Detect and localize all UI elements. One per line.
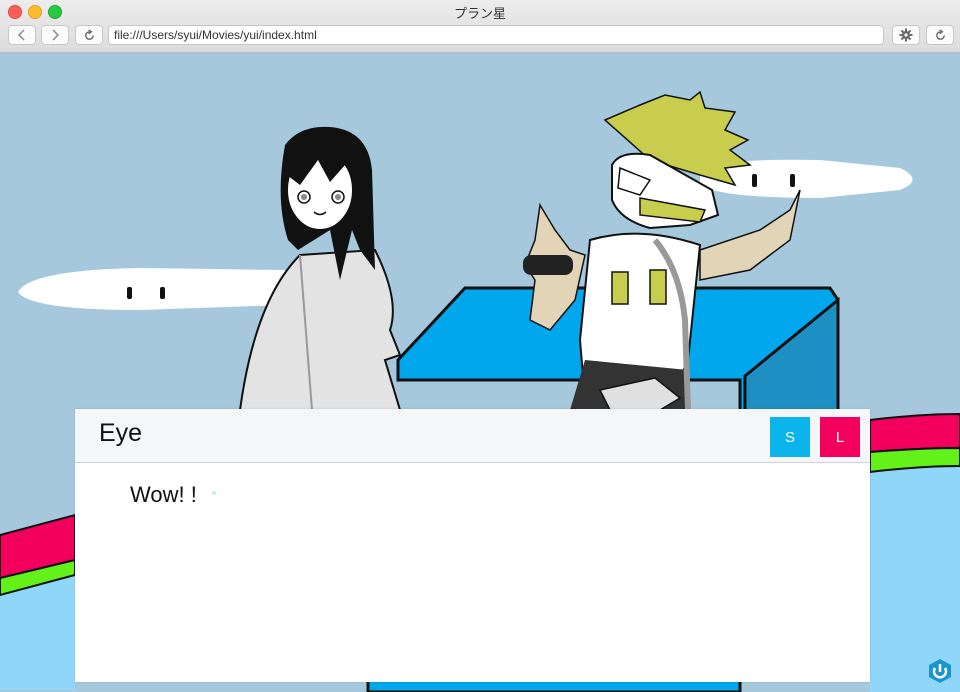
chevron-right-icon [52,29,60,41]
title-bar: プラン星 file:///Users/syui/Movies/yui/index… [0,0,960,53]
left-cloud [18,268,293,310]
back-button[interactable] [8,25,36,45]
dialog-box: Eye S L Wow! ! [75,409,870,682]
address-bar[interactable]: file:///Users/syui/Movies/yui/index.html [108,25,884,45]
gear-icon [899,28,913,42]
text-cursor-indicator [212,491,216,495]
window-title: プラン星 [453,7,506,22]
reload-button[interactable] [75,25,103,45]
dialog-header: Eye S L [75,409,870,463]
chevron-left-icon [17,29,25,41]
speaker-name: Eye [99,419,143,447]
browser-window: プラン星 file:///Users/syui/Movies/yui/index… [0,0,960,692]
load-button[interactable]: L [820,417,860,457]
save-button[interactable]: S [770,417,810,457]
reload-icon [84,28,94,40]
page-reload-button[interactable] [926,25,954,45]
forward-button[interactable] [41,25,69,45]
power-logo-icon[interactable] [926,656,954,686]
dialog-text[interactable]: Wow! ! [130,482,197,508]
settings-button[interactable] [892,25,920,45]
reload-icon [935,28,945,40]
